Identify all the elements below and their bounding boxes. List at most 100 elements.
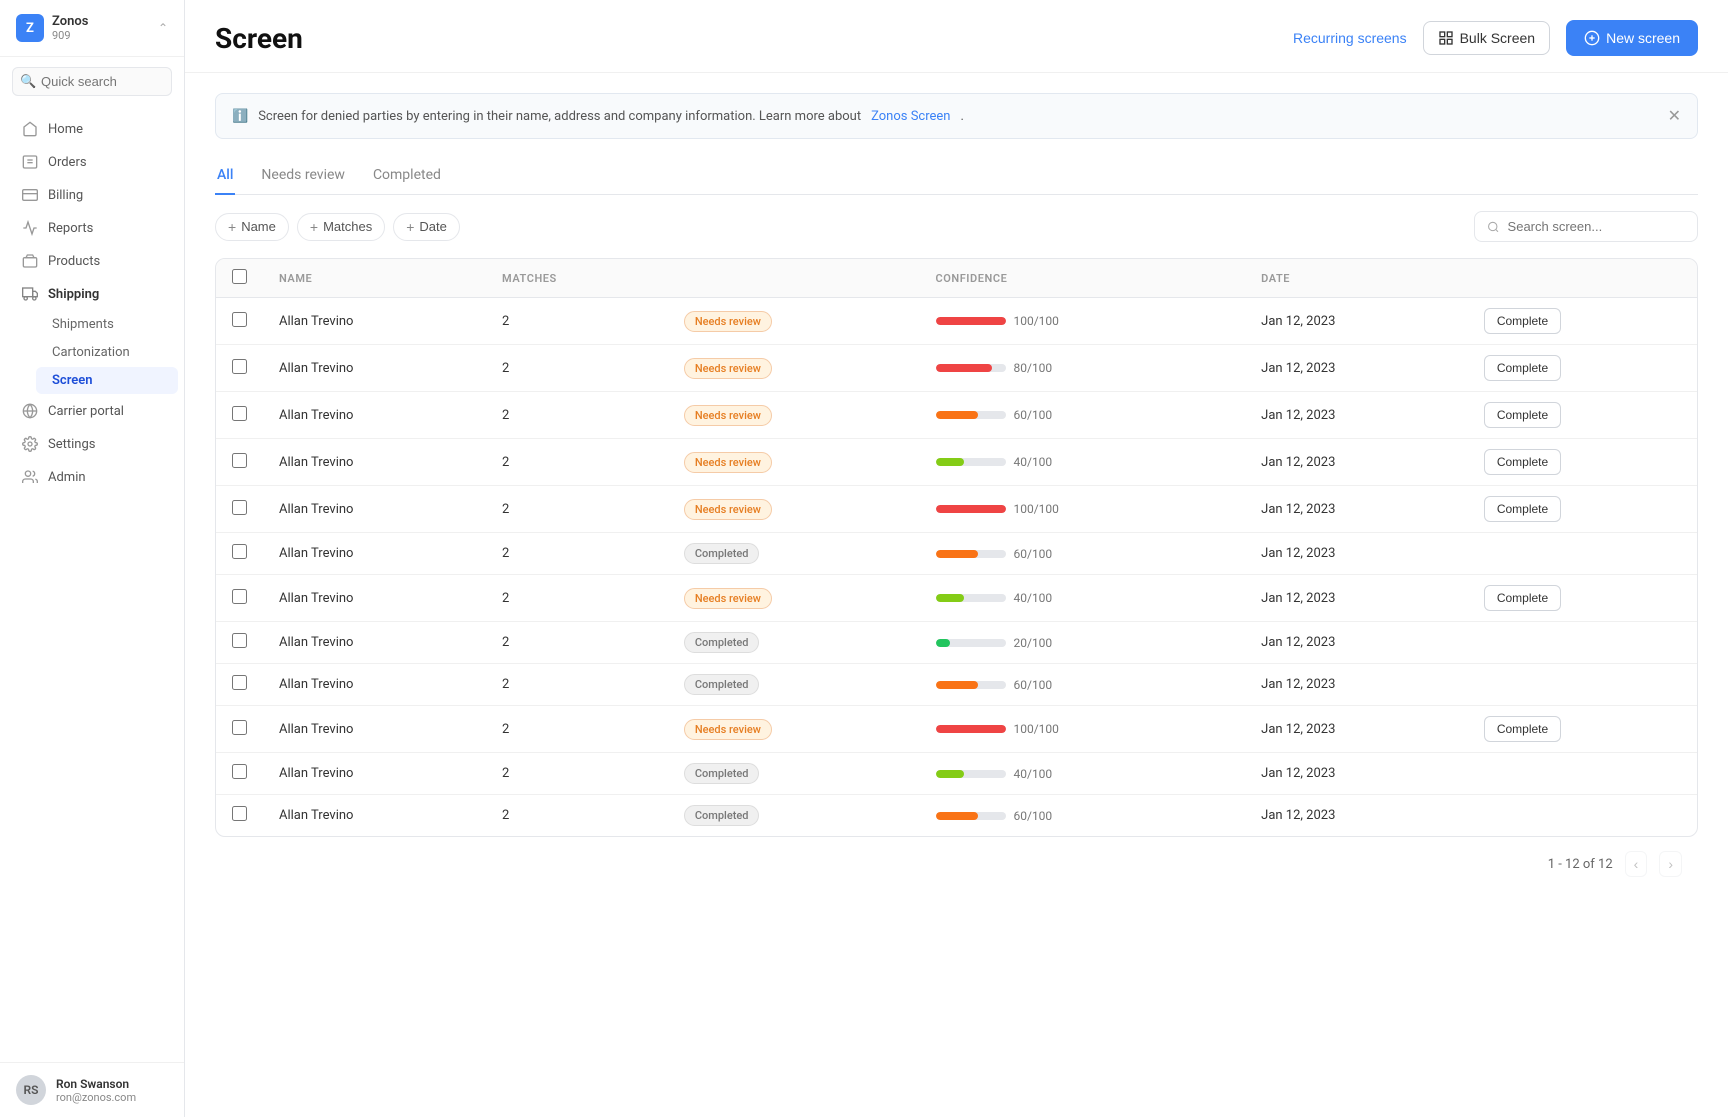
col-date: DATE bbox=[1245, 259, 1468, 298]
row-checkbox-1[interactable] bbox=[232, 359, 247, 374]
filter-date-button[interactable]: + Date bbox=[393, 213, 460, 241]
row-checkbox-5[interactable] bbox=[232, 544, 247, 559]
row-name: Allan Trevino bbox=[263, 753, 486, 795]
carrier-icon bbox=[22, 403, 38, 419]
complete-button[interactable]: Complete bbox=[1484, 496, 1561, 522]
page-header: Screen Recurring screens Bulk Screen New… bbox=[185, 0, 1728, 73]
search-screen-input[interactable] bbox=[1508, 219, 1685, 234]
table-row: Allan Trevino 2 Completed 60/100 Jan 12,… bbox=[216, 664, 1697, 706]
prev-page-button[interactable]: ‹ bbox=[1625, 851, 1648, 877]
filter-name-button[interactable]: + Name bbox=[215, 213, 289, 241]
row-date: Jan 12, 2023 bbox=[1245, 795, 1468, 837]
row-name: Allan Trevino bbox=[263, 345, 486, 392]
home-icon bbox=[22, 121, 38, 137]
search-icon: 🔍 bbox=[20, 74, 36, 89]
sidebar-item-orders[interactable]: Orders bbox=[6, 146, 178, 178]
brand-id: 909 bbox=[52, 29, 150, 42]
row-checkbox-2[interactable] bbox=[232, 406, 247, 421]
row-action bbox=[1468, 795, 1697, 837]
filter-name-label: Name bbox=[241, 219, 276, 234]
row-checkbox-10[interactable] bbox=[232, 764, 247, 779]
sidebar-item-carrier-portal[interactable]: Carrier portal bbox=[6, 395, 178, 427]
row-date: Jan 12, 2023 bbox=[1245, 533, 1468, 575]
row-action bbox=[1468, 753, 1697, 795]
screen-table: NAME MATCHES CONFIDENCE DATE Allan Trevi… bbox=[215, 258, 1698, 837]
row-confidence: 60/100 bbox=[920, 392, 1246, 439]
row-matches: 2 bbox=[486, 392, 668, 439]
row-date: Jan 12, 2023 bbox=[1245, 664, 1468, 706]
row-checkbox-11[interactable] bbox=[232, 806, 247, 821]
row-checkbox-8[interactable] bbox=[232, 675, 247, 690]
tab-completed[interactable]: Completed bbox=[371, 159, 443, 195]
filter-matches-button[interactable]: + Matches bbox=[297, 213, 385, 241]
sidebar-item-shipments[interactable]: Shipments bbox=[36, 311, 178, 338]
complete-button[interactable]: Complete bbox=[1484, 402, 1561, 428]
col-action bbox=[1468, 259, 1697, 298]
row-action[interactable]: Complete bbox=[1468, 345, 1697, 392]
row-confidence: 80/100 bbox=[920, 345, 1246, 392]
complete-button[interactable]: Complete bbox=[1484, 585, 1561, 611]
complete-button[interactable]: Complete bbox=[1484, 355, 1561, 381]
brand-header[interactable]: Z Zonos 909 ⌃ bbox=[0, 0, 184, 57]
table-row: Allan Trevino 2 Completed 60/100 Jan 12,… bbox=[216, 795, 1697, 837]
table-row: Allan Trevino 2 Needs review 40/100 Jan … bbox=[216, 575, 1697, 622]
sidebar-item-cartonization[interactable]: Cartonization bbox=[36, 339, 178, 366]
billing-icon bbox=[22, 187, 38, 203]
tab-needs-review[interactable]: Needs review bbox=[259, 159, 347, 195]
sidebar-item-settings[interactable]: Settings bbox=[6, 428, 178, 460]
banner-link[interactable]: Zonos Screen bbox=[871, 109, 950, 124]
complete-button[interactable]: Complete bbox=[1484, 308, 1561, 334]
sidebar-item-admin[interactable]: Admin bbox=[6, 461, 178, 493]
row-action[interactable]: Complete bbox=[1468, 439, 1697, 486]
screen-label: Screen bbox=[52, 373, 93, 388]
user-profile[interactable]: RS Ron Swanson ron@zonos.com bbox=[0, 1062, 184, 1117]
pagination: 1 - 12 of 12 ‹ › bbox=[215, 837, 1698, 891]
filter-bar: + Name + Matches + Date bbox=[215, 211, 1698, 242]
row-action[interactable]: Complete bbox=[1468, 392, 1697, 439]
table-row: Allan Trevino 2 Needs review 60/100 Jan … bbox=[216, 392, 1697, 439]
sidebar-item-home[interactable]: Home bbox=[6, 113, 178, 145]
row-action[interactable]: Complete bbox=[1468, 298, 1697, 345]
sidebar-item-billing[interactable]: Billing bbox=[6, 179, 178, 211]
tab-all[interactable]: All bbox=[215, 159, 235, 195]
row-matches: 2 bbox=[486, 298, 668, 345]
shipments-label: Shipments bbox=[52, 317, 114, 332]
col-confidence: CONFIDENCE bbox=[920, 259, 1246, 298]
row-name: Allan Trevino bbox=[263, 533, 486, 575]
complete-button[interactable]: Complete bbox=[1484, 449, 1561, 475]
row-name: Allan Trevino bbox=[263, 795, 486, 837]
sidebar-label-reports: Reports bbox=[48, 221, 93, 236]
sidebar-item-reports[interactable]: Reports bbox=[6, 212, 178, 244]
new-screen-button[interactable]: New screen bbox=[1566, 20, 1698, 56]
row-checkbox-3[interactable] bbox=[232, 453, 247, 468]
row-status: Needs review bbox=[668, 392, 920, 439]
complete-button[interactable]: Complete bbox=[1484, 716, 1561, 742]
row-checkbox-7[interactable] bbox=[232, 633, 247, 648]
row-action[interactable]: Complete bbox=[1468, 486, 1697, 533]
plus-icon: + bbox=[310, 219, 318, 235]
select-all-checkbox[interactable] bbox=[232, 269, 247, 284]
carrier-portal-label: Carrier portal bbox=[48, 404, 124, 419]
row-checkbox-4[interactable] bbox=[232, 500, 247, 515]
banner-close-button[interactable]: ✕ bbox=[1668, 106, 1681, 126]
bulk-label: Bulk Screen bbox=[1460, 30, 1535, 46]
sidebar-label-billing: Billing bbox=[48, 188, 83, 203]
row-action[interactable]: Complete bbox=[1468, 706, 1697, 753]
row-confidence: 60/100 bbox=[920, 664, 1246, 706]
row-checkbox-9[interactable] bbox=[232, 720, 247, 735]
row-checkbox-6[interactable] bbox=[232, 589, 247, 604]
next-page-button[interactable]: › bbox=[1659, 851, 1682, 877]
recurring-screens-button[interactable]: Recurring screens bbox=[1293, 30, 1407, 46]
orders-icon bbox=[22, 154, 38, 170]
sidebar-item-products[interactable]: Products bbox=[6, 245, 178, 277]
settings-label: Settings bbox=[48, 437, 95, 452]
sidebar-item-shipping[interactable]: Shipping bbox=[6, 278, 178, 310]
pagination-text: 1 - 12 of 12 bbox=[1548, 857, 1613, 872]
row-name: Allan Trevino bbox=[263, 298, 486, 345]
sidebar-item-screen[interactable]: Screen bbox=[36, 367, 178, 394]
row-action[interactable]: Complete bbox=[1468, 575, 1697, 622]
row-confidence: 60/100 bbox=[920, 795, 1246, 837]
table-row: Allan Trevino 2 Completed 60/100 Jan 12,… bbox=[216, 533, 1697, 575]
row-checkbox-0[interactable] bbox=[232, 312, 247, 327]
bulk-screen-button[interactable]: Bulk Screen bbox=[1423, 21, 1550, 55]
